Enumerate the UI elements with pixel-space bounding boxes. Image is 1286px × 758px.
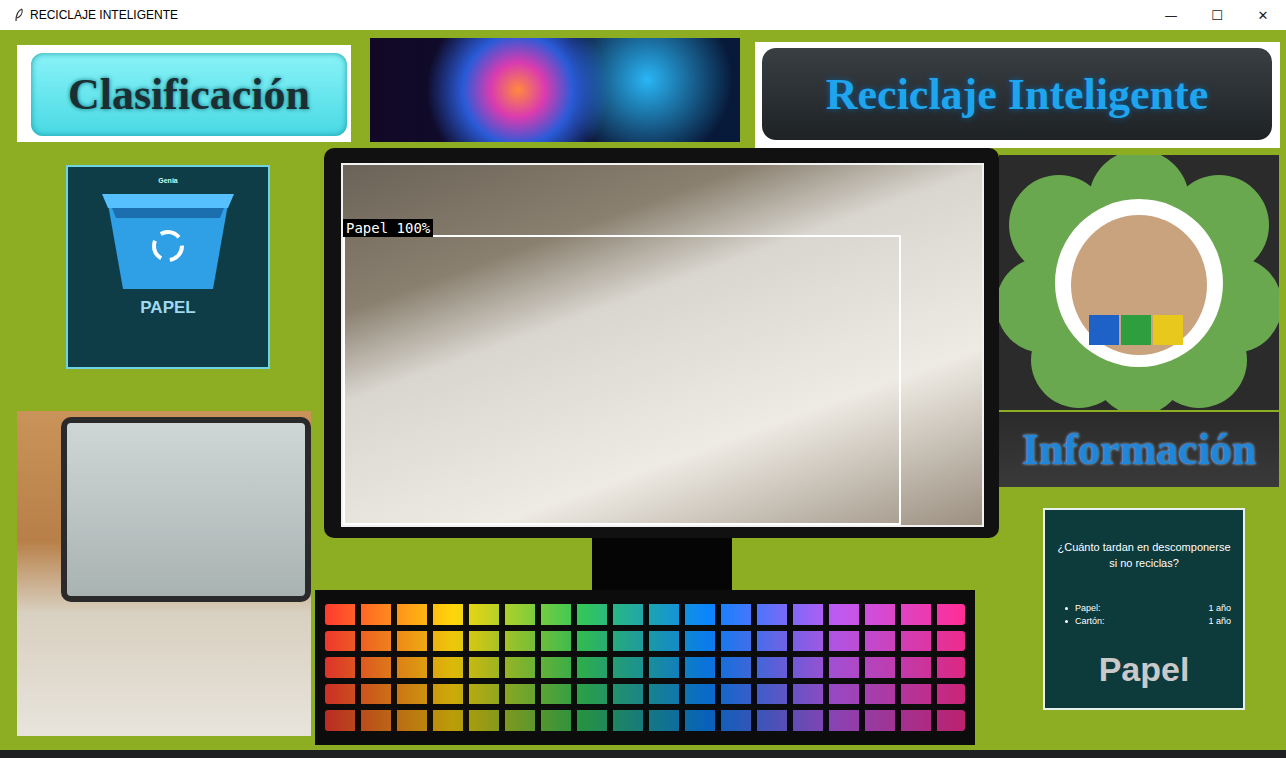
info-list: Papel: 1 año Cartón: 1 año [1057, 602, 1231, 628]
key-row [325, 631, 965, 652]
feather-icon [14, 8, 24, 22]
camera-feed: Papel 100% [341, 163, 984, 527]
key-row [325, 604, 965, 625]
key-row [325, 684, 965, 705]
key-row [325, 657, 965, 678]
app-window: RECICLAJE INTELIGENTE—☐✕ Clasificación Rec… [0, 0, 1286, 758]
info-material: Papel: [1075, 602, 1101, 615]
app-title: Reciclaje Inteligente [826, 69, 1208, 120]
center-column: Papel 100% [315, 148, 999, 750]
recycling-kids-icon [999, 155, 1279, 410]
right-column: Información ¿Cuánto tardan en descomponer… [999, 148, 1279, 750]
system-illustration [17, 411, 311, 736]
detection-label: Papel 100% [343, 219, 433, 237]
window-control-button[interactable]: ✕ [1240, 0, 1286, 30]
info-result: Papel [1099, 650, 1190, 689]
info-material: Cartón: [1075, 615, 1105, 628]
keyboard-image [315, 590, 975, 745]
brand-label: Genia [158, 177, 177, 184]
info-item: Cartón: 1 año [1075, 615, 1231, 628]
classification-pill: Clasificación [31, 53, 347, 136]
illustration-tablet [61, 417, 311, 602]
info-item: Papel: 1 año [1075, 602, 1231, 615]
title-bar: RECICLAJE INTELIGENTE—☐✕ [0, 0, 1286, 30]
recycle-bin-icon [98, 184, 238, 294]
info-time: 1 año [1208, 602, 1231, 615]
app-title-banner: Reciclaje Inteligente [755, 42, 1280, 148]
main-area: Clasificación Reciclaje Inteligente Genia P… [0, 30, 1286, 750]
classification-banner: Clasificación [17, 45, 351, 142]
app-title-pill: Reciclaje Inteligente [762, 48, 1272, 140]
key-row [325, 710, 965, 731]
classification-title: Clasificación [68, 69, 310, 120]
info-time: 1 año [1208, 615, 1231, 628]
bin-label: PAPEL [140, 298, 195, 318]
header-row: Clasificación Reciclaje Inteligente [17, 38, 1280, 148]
information-banner: Información [999, 412, 1279, 487]
window-control-button[interactable]: — [1148, 0, 1194, 30]
bin-card: Genia PAPEL [66, 165, 270, 369]
window-control-button[interactable]: ☐ [1194, 0, 1240, 30]
monitor: Papel 100% [324, 148, 999, 538]
brain-image [370, 38, 740, 142]
window-title: RECICLAJE INTELIGENTE [30, 8, 1148, 22]
info-card: ¿Cuánto tardan en descomponerse si no re… [1043, 508, 1245, 710]
left-column: Genia PAPEL [17, 148, 315, 750]
info-question: ¿Cuánto tardan en descomponerse si no re… [1057, 540, 1231, 572]
bottom-strip [0, 750, 1286, 758]
detection-box: Papel 100% [343, 235, 901, 525]
kids-image [999, 155, 1279, 410]
information-title: Información [1022, 424, 1257, 475]
content-row: Genia PAPEL Papel 100% Información ¿Cuánto t… [17, 148, 1280, 750]
monitor-stand [592, 538, 732, 590]
window-controls: —☐✕ [1148, 0, 1286, 30]
